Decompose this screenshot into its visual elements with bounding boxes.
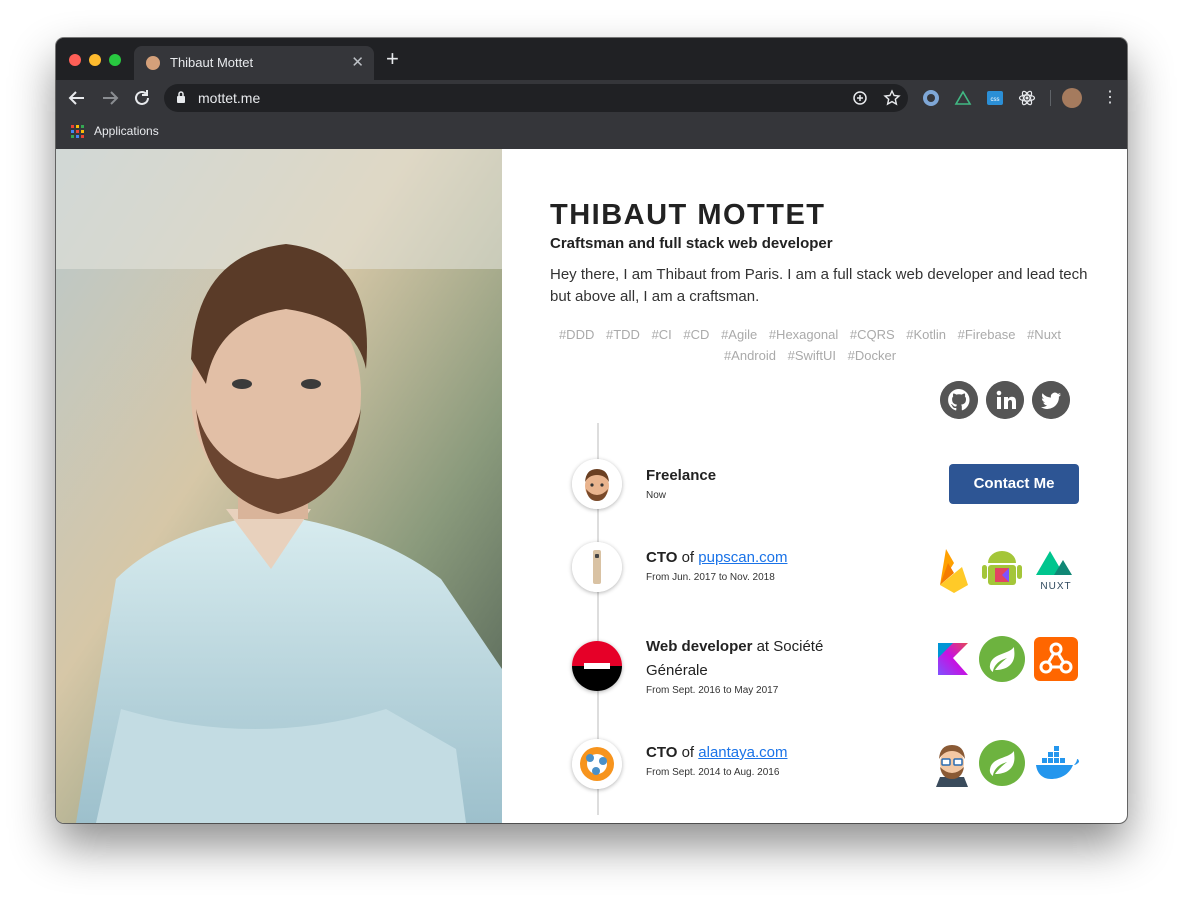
spring-icon [979,636,1025,682]
back-icon[interactable] [66,87,88,109]
css-extension-icon[interactable]: css [986,89,1004,107]
bookmarks-bar: Applications [56,116,1127,149]
android-kotlin-icon [982,551,1022,585]
reload-icon[interactable] [131,87,153,109]
timeline-role: CTO of alantaya.com [646,741,856,765]
timeline-role: Freelance [646,464,856,488]
bookmark-star-icon[interactable] [883,89,901,107]
nuxt-icon: NUXT [1036,551,1072,592]
apps-grid-icon[interactable] [71,125,84,138]
react-devtools-icon[interactable] [1018,89,1036,107]
profile-content: THIBAUT MOTTET Craftsman and full stack … [502,149,1127,823]
page-subtitle: Craftsman and full stack web developer [550,235,833,252]
tag: #Firebase [957,327,1016,342]
new-tab-button[interactable]: + [386,48,399,70]
tag: #Nuxt [1027,327,1062,342]
circle-extension-icon[interactable] [922,89,940,107]
company-link[interactable]: pupscan.com [698,549,787,566]
timeline-role: CTO of pupscan.com [646,546,856,570]
role-title: CTO [646,744,678,761]
timeline-alantaya-logo [572,739,622,789]
timeline-pupscan-logo [572,542,622,592]
skill-tags: #DDD #TDD #CI #CD #Agile #Hexagonal #CQR… [550,324,1070,366]
spring-icon [979,740,1025,786]
bookmark-applications[interactable]: Applications [94,124,159,138]
role-title: CTO [646,549,678,566]
tab-favicon-icon [146,56,160,70]
tag: #CD [683,327,710,342]
jhipster-icon [936,745,968,787]
tag: #SwiftUI [787,348,837,363]
tag: #Android [723,348,776,363]
tag: #Hexagonal [768,327,839,342]
timeline-societe-generale-logo [572,641,622,691]
close-window-button[interactable] [69,54,81,66]
role-dates: Now [646,490,667,501]
browser-window: Thibaut Mottet ✕ + mottet.me css ⋮ Appli… [56,38,1127,823]
vue-devtools-icon[interactable] [954,89,972,107]
profile-photo [56,149,502,823]
svg-text:NUXT: NUXT [1040,581,1071,592]
toolbar-separator [1050,90,1051,106]
tag: #CQRS [849,327,895,342]
web-page: THIBAUT MOTTET Craftsman and full stack … [56,149,1127,823]
browser-tab[interactable]: Thibaut Mottet ✕ [134,46,374,80]
role-title: Freelance [646,467,717,484]
minimize-window-button[interactable] [89,54,101,66]
tab-close-icon[interactable]: ✕ [351,53,364,71]
bio-text: Hey there, I am Thibaut from Paris. I am… [550,266,1088,305]
tag: #Docker [847,348,897,363]
role-connector: of [681,744,695,761]
tag: #CI [651,327,672,342]
address-bar[interactable]: mottet.me [164,84,908,112]
browser-toolbar: mottet.me css ⋮ [56,80,1127,116]
role-connector: of [681,549,695,566]
docker-icon [1036,746,1079,779]
page-title: THIBAUT MOTTET [550,199,826,231]
contact-me-button[interactable]: Contact Me [949,464,1079,504]
tab-bar: Thibaut Mottet ✕ + [56,38,1127,80]
tag: #Agile [721,327,758,342]
maximize-window-button[interactable] [109,54,121,66]
role-dates: From Jun. 2017 to Nov. 2018 [646,572,775,583]
profile-avatar[interactable] [1062,88,1082,108]
browser-menu-icon[interactable]: ⋮ [1102,88,1118,108]
role-dates: From Sept. 2016 to May 2017 [646,685,779,696]
url-text: mottet.me [198,90,261,106]
install-app-icon[interactable] [851,89,869,107]
timeline-memoji-avatar [572,459,622,509]
company-link[interactable]: alantaya.com [698,744,787,761]
role-title: Web developer [646,638,753,655]
lock-icon [177,91,185,103]
forward-icon[interactable] [99,87,121,109]
kotlin-icon [938,643,968,675]
tab-title: Thibaut Mottet [170,55,254,70]
tag: #TDD [605,327,640,342]
rabbitmq-icon [1034,637,1078,681]
linkedin-icon[interactable] [986,381,1024,419]
timeline-role: Web developer at Société Générale [646,635,856,683]
svg-text:css: css [991,97,1000,103]
twitter-icon[interactable] [1032,381,1070,419]
github-icon[interactable] [940,381,978,419]
firebase-icon [940,549,968,593]
tag: #DDD [558,327,595,342]
tag: #Kotlin [906,327,947,342]
role-dates: From Sept. 2014 to Aug. 2016 [646,767,780,778]
